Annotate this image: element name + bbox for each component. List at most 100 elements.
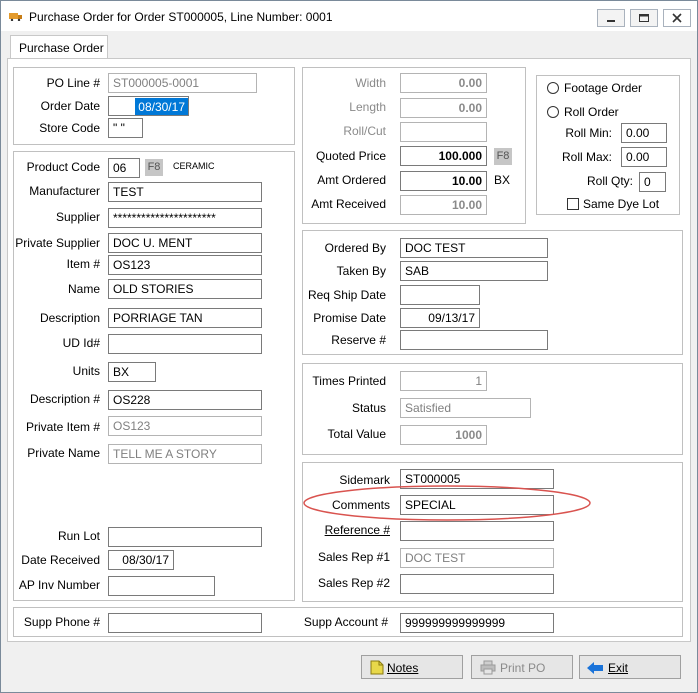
length-field[interactable]: 0.00 bbox=[400, 98, 487, 118]
supplier-field[interactable]: ********************** bbox=[108, 208, 262, 228]
ordered-by-label: Ordered By bbox=[324, 241, 386, 255]
name-field[interactable]: OLD STORIES bbox=[108, 279, 262, 299]
roll-qty-label: Roll Qty: bbox=[586, 174, 633, 188]
supp-account-label: Supp Account # bbox=[303, 615, 388, 629]
units-label: Units bbox=[72, 364, 100, 378]
roll-max-label: Roll Max: bbox=[561, 150, 612, 164]
private-name-field[interactable]: TELL ME A STORY bbox=[108, 444, 262, 464]
po-line-label: PO Line # bbox=[46, 76, 100, 90]
tab-purchase-order[interactable]: Purchase Order bbox=[10, 35, 108, 59]
notes-button[interactable]: Notes bbox=[361, 655, 463, 679]
maximize-button[interactable] bbox=[630, 9, 658, 27]
sales-rep-1-label: Sales Rep #1 bbox=[317, 550, 390, 564]
close-button[interactable] bbox=[663, 9, 691, 27]
total-value-label: Total Value bbox=[327, 427, 386, 441]
description-number-label: Description # bbox=[29, 392, 100, 406]
promise-date-field[interactable]: 09/13/17 bbox=[400, 308, 480, 328]
private-item-field[interactable]: OS123 bbox=[108, 416, 262, 436]
reserve-label: Reserve # bbox=[331, 333, 386, 347]
ordered-by-field[interactable]: DOC TEST bbox=[400, 238, 548, 258]
amt-ordered-field[interactable]: 10.00 bbox=[400, 171, 487, 191]
amt-received-field[interactable]: 10.00 bbox=[400, 195, 487, 215]
exit-arrow-icon bbox=[587, 662, 603, 674]
quoted-price-field[interactable]: 100.000 bbox=[400, 146, 487, 166]
sales-rep-2-label: Sales Rep #2 bbox=[317, 576, 390, 590]
notes-icon bbox=[370, 660, 384, 675]
reference-label[interactable]: Reference # bbox=[325, 523, 390, 537]
printer-icon bbox=[480, 660, 496, 675]
sales-rep-2-field[interactable] bbox=[400, 574, 554, 594]
footage-order-radio[interactable] bbox=[547, 82, 559, 94]
total-value-field[interactable]: 1000 bbox=[400, 425, 487, 445]
private-name-label: Private Name bbox=[27, 446, 100, 460]
req-ship-date-field[interactable] bbox=[400, 285, 480, 305]
private-supplier-field[interactable]: DOC U. MENT bbox=[108, 233, 262, 253]
amt-ordered-label: Amt Ordered bbox=[317, 173, 386, 187]
exit-button[interactable]: Exit bbox=[579, 655, 681, 679]
roll-max-field[interactable]: 0.00 bbox=[621, 147, 667, 167]
print-po-button-label: Print PO bbox=[500, 661, 546, 675]
quoted-price-label: Quoted Price bbox=[315, 149, 386, 163]
ud-id-field[interactable] bbox=[108, 334, 262, 354]
description-number-field[interactable]: OS228 bbox=[108, 390, 262, 410]
same-dye-lot-label: Same Dye Lot bbox=[583, 197, 660, 211]
item-field[interactable]: OS123 bbox=[108, 255, 262, 275]
print-po-button[interactable]: Print PO bbox=[471, 655, 573, 679]
length-label: Length bbox=[349, 100, 386, 114]
supp-phone-label: Supp Phone # bbox=[23, 615, 100, 629]
store-code-label: Store Code bbox=[39, 121, 100, 135]
description-field[interactable]: PORRIAGE TAN bbox=[108, 308, 262, 328]
date-received-field[interactable]: 08/30/17 bbox=[108, 550, 174, 570]
roll-qty-field[interactable]: 0 bbox=[639, 172, 666, 192]
ud-id-label: UD Id# bbox=[62, 336, 100, 350]
window-title: Purchase Order for Order ST000005, Line … bbox=[29, 10, 333, 24]
product-code-label: Product Code bbox=[26, 160, 100, 174]
sales-rep-1-field[interactable]: DOC TEST bbox=[400, 548, 554, 568]
product-code-description: CERAMIC bbox=[173, 161, 215, 171]
same-dye-lot-checkbox[interactable] bbox=[567, 198, 579, 210]
exit-button-label: Exit bbox=[608, 661, 629, 675]
manufacturer-field[interactable]: TEST bbox=[108, 182, 262, 202]
times-printed-label: Times Printed bbox=[312, 374, 386, 388]
item-label: Item # bbox=[66, 257, 100, 271]
order-date-value: 08/30/17 bbox=[135, 98, 188, 115]
run-lot-field[interactable] bbox=[108, 527, 262, 547]
roll-cut-field[interactable] bbox=[400, 122, 487, 142]
store-code-field[interactable]: " " bbox=[108, 118, 143, 138]
reserve-field[interactable] bbox=[400, 330, 548, 350]
roll-order-radio[interactable] bbox=[547, 106, 559, 118]
minimize-icon bbox=[607, 20, 615, 22]
order-date-label: Order Date bbox=[40, 99, 100, 113]
quoted-price-f8-button[interactable]: F8 bbox=[494, 148, 512, 165]
roll-order-label: Roll Order bbox=[564, 105, 619, 119]
title-bar: Purchase Order for Order ST000005, Line … bbox=[1, 1, 697, 31]
comments-highlight-annotation bbox=[303, 485, 591, 521]
po-line-field[interactable]: ST000005-0001 bbox=[108, 73, 257, 93]
req-ship-date-label: Req Ship Date bbox=[307, 288, 386, 302]
product-code-field[interactable]: 06 bbox=[108, 158, 140, 178]
name-label: Name bbox=[67, 282, 100, 296]
supp-phone-field[interactable] bbox=[108, 613, 262, 633]
product-code-f8-button[interactable]: F8 bbox=[145, 159, 163, 176]
roll-order-group bbox=[536, 75, 680, 215]
taken-by-field[interactable]: SAB bbox=[400, 261, 548, 281]
run-lot-label: Run Lot bbox=[57, 529, 100, 543]
order-date-field[interactable]: 08/30/17 bbox=[108, 96, 189, 116]
roll-min-field[interactable]: 0.00 bbox=[621, 123, 667, 143]
times-printed-field[interactable]: 1 bbox=[400, 371, 487, 391]
width-field[interactable]: 0.00 bbox=[400, 73, 487, 93]
minimize-button[interactable] bbox=[597, 9, 625, 27]
ap-inv-field[interactable] bbox=[108, 576, 215, 596]
status-field[interactable]: Satisfied bbox=[400, 398, 531, 418]
close-icon bbox=[672, 13, 682, 23]
roll-cut-label: Roll/Cut bbox=[343, 124, 386, 138]
supp-account-field[interactable]: 999999999999999 bbox=[400, 613, 554, 633]
date-received-label: Date Received bbox=[21, 553, 100, 567]
promise-date-label: Promise Date bbox=[313, 311, 386, 325]
description-label: Description bbox=[39, 311, 100, 325]
roll-min-label: Roll Min: bbox=[565, 126, 612, 140]
reference-field[interactable] bbox=[400, 521, 554, 541]
private-item-label: Private Item # bbox=[25, 420, 100, 434]
units-field[interactable]: BX bbox=[108, 362, 156, 382]
purchase-order-window: Purchase Order for Order ST000005, Line … bbox=[0, 0, 698, 693]
